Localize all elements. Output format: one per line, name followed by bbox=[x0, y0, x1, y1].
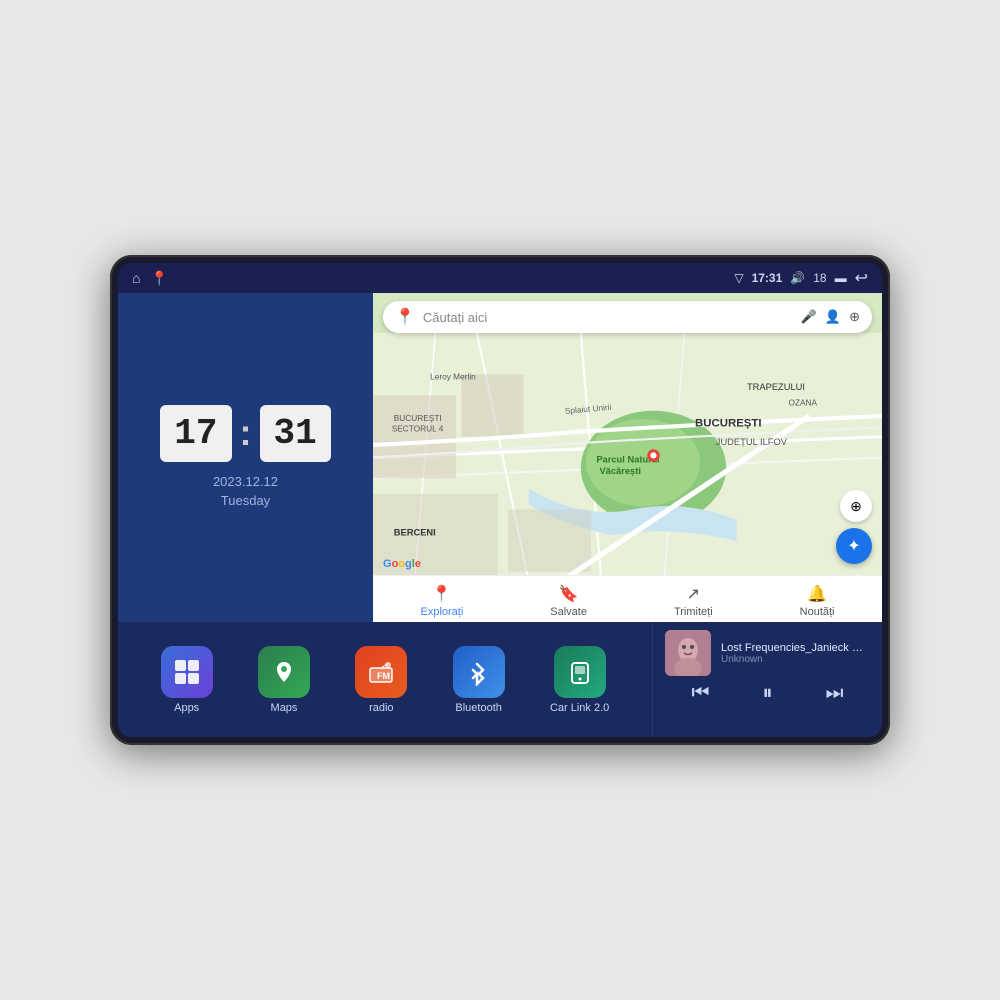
bottom-row: Apps Maps bbox=[118, 622, 882, 737]
volume-icon: 🔊 bbox=[790, 271, 805, 285]
svg-text:FM: FM bbox=[377, 671, 390, 681]
map-nav-share[interactable]: ↗ Trimiteți bbox=[674, 584, 713, 618]
back-icon[interactable]: ↩ bbox=[855, 268, 868, 288]
music-artist: Unknown bbox=[721, 654, 870, 665]
top-row: 17 : 31 2023.12.12 Tuesday bbox=[118, 293, 882, 622]
map-nav-saved[interactable]: 🔖 Salvate bbox=[550, 584, 587, 618]
svg-text:Leroy Merlin: Leroy Merlin bbox=[430, 372, 476, 382]
radio-icon: FM bbox=[355, 646, 407, 698]
map-search-bar[interactable]: 📍 Căutați aici 🎤 👤 ⊕ bbox=[383, 301, 872, 333]
status-left: ⌂ 📍 bbox=[132, 270, 168, 287]
music-controls: ⏮ ⏸ ⏭ bbox=[665, 682, 870, 705]
clock-display: 17 : 31 bbox=[160, 405, 330, 462]
device-outer: ⌂ 📍 ▽ 17:31 🔊 18 ▬ ↩ 17 : bbox=[110, 255, 890, 745]
home-icon[interactable]: ⌂ bbox=[132, 270, 140, 286]
clock-minute: 31 bbox=[260, 405, 331, 462]
maps-icon bbox=[258, 646, 310, 698]
svg-text:OZANA: OZANA bbox=[789, 398, 818, 408]
explore-label: Explorați bbox=[420, 606, 463, 618]
music-panel: Lost Frequencies_Janieck Devy-... Unknow… bbox=[652, 622, 882, 737]
mic-icon[interactable]: 🎤 bbox=[801, 309, 817, 325]
svg-text:BUCUREȘTI: BUCUREȘTI bbox=[695, 417, 762, 429]
svg-text:Văcărești: Văcărești bbox=[599, 466, 640, 476]
saved-icon: 🔖 bbox=[559, 584, 579, 604]
prev-button[interactable]: ⏮ bbox=[692, 682, 710, 705]
app-item-carlink[interactable]: Car Link 2.0 bbox=[550, 646, 609, 714]
signal-icon: ▽ bbox=[734, 271, 743, 285]
status-time: 17:31 bbox=[752, 271, 783, 285]
svg-text:BERCENI: BERCENI bbox=[394, 527, 436, 537]
clock-panel: 17 : 31 2023.12.12 Tuesday bbox=[118, 293, 373, 622]
layers-icon[interactable]: ⊕ bbox=[849, 309, 860, 325]
clock-date: 2023.12.12 Tuesday bbox=[213, 472, 278, 511]
apps-icon bbox=[161, 646, 213, 698]
navigation-button[interactable]: ✦ bbox=[836, 528, 872, 564]
status-right: ▽ 17:31 🔊 18 ▬ ↩ bbox=[734, 268, 868, 288]
svg-text:BUCUREȘTI: BUCUREȘTI bbox=[394, 413, 442, 423]
explore-icon: 📍 bbox=[432, 584, 452, 604]
compass-button[interactable]: ⊕ bbox=[840, 490, 872, 522]
map-search-actions: 🎤 👤 ⊕ bbox=[801, 309, 860, 325]
battery-level: 18 bbox=[813, 271, 826, 285]
svg-text:TRAPEZULUI: TRAPEZULUI bbox=[747, 382, 805, 392]
apps-label: Apps bbox=[174, 702, 199, 714]
svg-text:SECTORUL 4: SECTORUL 4 bbox=[392, 424, 444, 434]
map-nav-explore[interactable]: 📍 Explorați bbox=[420, 584, 463, 618]
main-area: 17 : 31 2023.12.12 Tuesday bbox=[118, 293, 882, 737]
map-nav-news[interactable]: 🔔 Noutăți bbox=[800, 584, 835, 618]
clock-hour: 17 bbox=[160, 405, 231, 462]
maps-label: Maps bbox=[271, 702, 298, 714]
map-search-placeholder[interactable]: Căutați aici bbox=[423, 310, 793, 325]
bluetooth-label: Bluetooth bbox=[455, 702, 501, 714]
radio-label: radio bbox=[369, 702, 393, 714]
svg-text:JUDEȚUL ILFOV: JUDEȚUL ILFOV bbox=[716, 437, 788, 447]
clock-colon: : bbox=[240, 412, 252, 454]
next-button[interactable]: ⏭ bbox=[826, 682, 844, 705]
app-item-maps[interactable]: Maps bbox=[258, 646, 310, 714]
app-item-apps[interactable]: Apps bbox=[161, 646, 213, 714]
app-item-bluetooth[interactable]: Bluetooth bbox=[453, 646, 505, 714]
music-album-art bbox=[665, 630, 711, 676]
battery-icon: ▬ bbox=[835, 271, 847, 285]
carlink-label: Car Link 2.0 bbox=[550, 702, 609, 714]
device-screen: ⌂ 📍 ▽ 17:31 🔊 18 ▬ ↩ 17 : bbox=[118, 263, 882, 737]
map-panel[interactable]: BUCUREȘTI JUDEȚUL ILFOV BERCENI TRAPEZUL… bbox=[373, 293, 882, 622]
maps-pin-icon[interactable]: 📍 bbox=[150, 270, 167, 287]
share-label: Trimiteți bbox=[674, 606, 713, 618]
bluetooth-icon bbox=[453, 646, 505, 698]
saved-label: Salvate bbox=[550, 606, 587, 618]
apps-row: Apps Maps bbox=[118, 622, 652, 737]
play-pause-button[interactable]: ⏸ bbox=[763, 682, 773, 705]
music-title: Lost Frequencies_Janieck Devy-... bbox=[721, 642, 870, 654]
map-nav-bar: 📍 Explorați 🔖 Salvate ↗ Trimiteți 🔔 bbox=[373, 575, 882, 622]
music-top: Lost Frequencies_Janieck Devy-... Unknow… bbox=[665, 630, 870, 676]
map-logo-icon: 📍 bbox=[395, 307, 415, 327]
carlink-icon bbox=[554, 646, 606, 698]
news-label: Noutăți bbox=[800, 606, 835, 618]
music-info: Lost Frequencies_Janieck Devy-... Unknow… bbox=[721, 642, 870, 665]
account-icon[interactable]: 👤 bbox=[825, 309, 841, 325]
app-item-radio[interactable]: FM radio bbox=[355, 646, 407, 714]
news-icon: 🔔 bbox=[807, 584, 827, 604]
google-logo: Google bbox=[383, 558, 421, 570]
share-icon: ↗ bbox=[687, 584, 700, 604]
status-bar: ⌂ 📍 ▽ 17:31 🔊 18 ▬ ↩ bbox=[118, 263, 882, 293]
